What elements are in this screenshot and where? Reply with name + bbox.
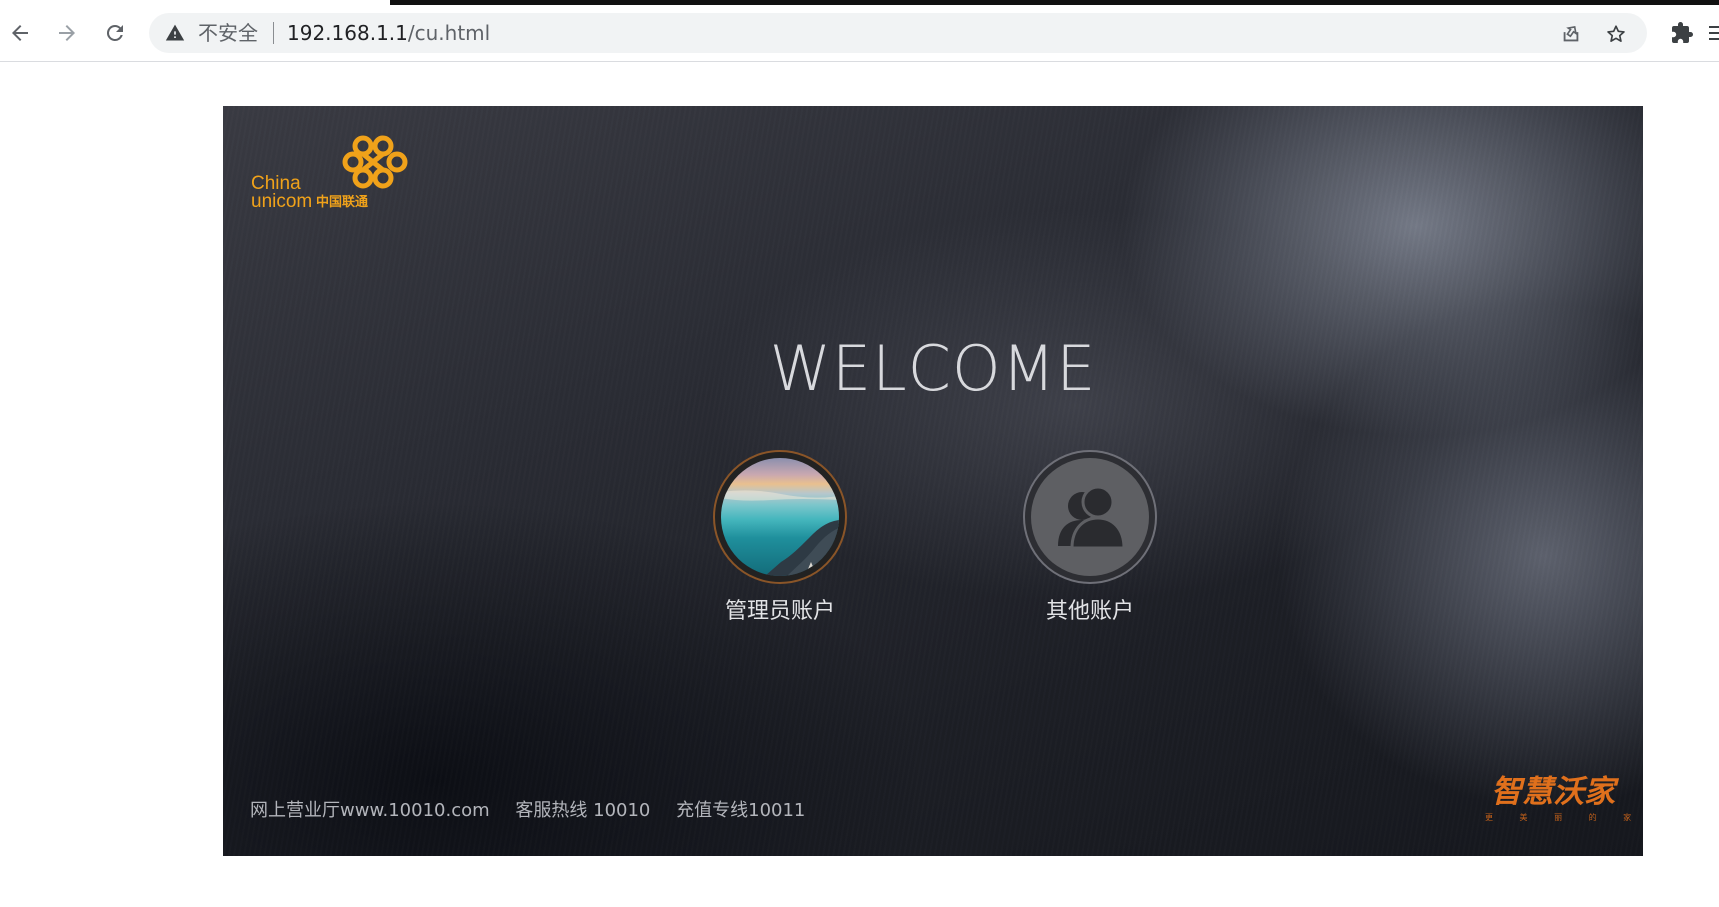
other-avatar-image <box>1031 458 1149 576</box>
coast-landscape-icon <box>721 490 839 576</box>
menu-button[interactable] <box>1705 19 1719 47</box>
china-unicom-logo: China unicom 中国联通 <box>251 134 408 214</box>
browser-toolbar: 不安全 192.168.1.1/cu.html <box>0 5 1719 62</box>
logo-text-unicom: unicom <box>251 191 313 212</box>
security-label[interactable]: 不安全 <box>198 22 258 44</box>
share-icon <box>1563 25 1579 42</box>
brand-subtitle: 更 美 丽 的 家 <box>1485 813 1643 822</box>
address-separator <box>273 22 274 44</box>
extensions-button[interactable] <box>1668 19 1696 47</box>
back-button[interactable] <box>5 18 35 48</box>
reload-icon <box>106 24 123 41</box>
welcome-heading: WELCOME <box>769 332 1097 405</box>
admin-avatar[interactable] <box>713 450 847 584</box>
admin-account-label[interactable]: 管理员账户 <box>690 598 870 626</box>
arrow-right-icon <box>59 25 75 41</box>
other-account-label[interactable]: 其他账户 <box>1000 598 1180 626</box>
bookmark-button[interactable] <box>1604 22 1628 46</box>
address-bar[interactable]: 不安全 192.168.1.1/cu.html <box>149 13 1647 53</box>
arrow-left-icon <box>12 25 28 41</box>
login-stage: China unicom 中国联通 WELCOME 管理员账户 其他账户 网上营… <box>223 106 1643 856</box>
more-vert-icon <box>1709 26 1719 40</box>
forward-button[interactable] <box>52 18 82 48</box>
reload-button[interactable] <box>100 18 130 48</box>
share-button[interactable] <box>1559 22 1583 46</box>
footer-hotline: 客服热线 10010 <box>515 800 651 821</box>
footer-recharge: 充值专线10011 <box>676 800 806 821</box>
warning-triangle-icon <box>165 24 185 41</box>
admin-account-button[interactable]: 管理员账户 <box>690 450 870 626</box>
smart-wojia-logo: 智慧沃家 更 美 丽 的 家 <box>1485 774 1643 826</box>
star-icon <box>1607 25 1625 42</box>
url-path: /cu.html <box>407 21 491 45</box>
url-text[interactable]: 192.168.1.1/cu.html <box>287 21 490 45</box>
logo-text-cn: 中国联通 <box>316 195 369 210</box>
other-account-button[interactable]: 其他账户 <box>1000 450 1180 626</box>
brand-name: 智慧沃家 <box>1491 774 1615 810</box>
other-avatar[interactable] <box>1023 450 1157 584</box>
url-host: 192.168.1.1 <box>287 21 408 45</box>
admin-avatar-image <box>721 458 839 576</box>
footer-online-hall: 网上营业厅www.10010.com <box>250 800 490 821</box>
footer-info: 网上营业厅www.10010.com 客服热线 10010 充值专线10011 <box>250 800 825 822</box>
users-icon <box>1058 485 1126 550</box>
puzzle-icon <box>1672 22 1693 43</box>
unicom-knot-icon <box>342 135 408 189</box>
